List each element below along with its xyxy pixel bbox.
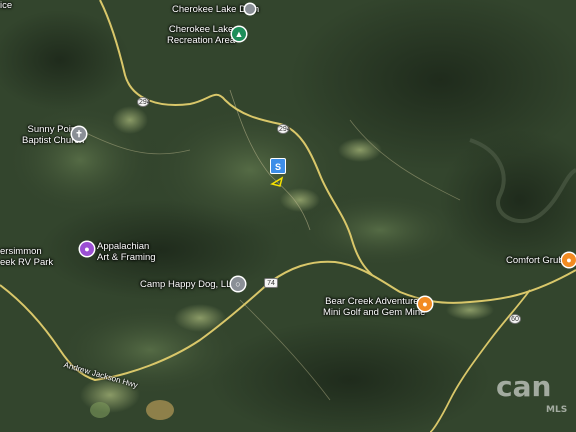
bear-creek-label[interactable]: Bear Creek Adventures Mini Golf and Gem … — [323, 296, 425, 318]
camp-happy-dog-label[interactable]: Camp Happy Dog, LLC — [140, 279, 238, 290]
tree-icon[interactable]: ▲ — [232, 27, 246, 41]
church-icon[interactable]: ✝ — [72, 127, 86, 141]
dam-icon[interactable] — [245, 4, 255, 14]
watermark-sub: MLS — [546, 405, 568, 415]
watermark-logo: can — [496, 370, 552, 403]
place-icon[interactable]: ○ — [231, 277, 245, 291]
route-294-shield: 294 — [137, 97, 151, 107]
comfort-grub-label[interactable]: Comfort Grub — [506, 255, 564, 266]
subject-property-marker[interactable]: S — [270, 158, 286, 174]
cherokee-recreation-label[interactable]: Cherokee Lake Recreation Area — [167, 24, 235, 46]
route-74-shield: 74 — [264, 278, 278, 288]
route-294-shield: 294 — [277, 124, 291, 134]
route-60-shield: 60 — [509, 314, 521, 324]
persimmon-creek-label[interactable]: ersimmon eek RV Park — [0, 246, 53, 268]
partial-place-label: ice — [0, 0, 13, 11]
satellite-map[interactable]: ice Cherokee Lake Dam Cherokee Lake Recr… — [0, 0, 576, 432]
amusement-icon[interactable]: ● — [418, 297, 432, 311]
shopping-icon[interactable]: ● — [80, 242, 94, 256]
appalachian-art-label[interactable]: Appalachian Art & Framing — [97, 241, 156, 263]
restaurant-icon[interactable]: ● — [562, 253, 576, 267]
